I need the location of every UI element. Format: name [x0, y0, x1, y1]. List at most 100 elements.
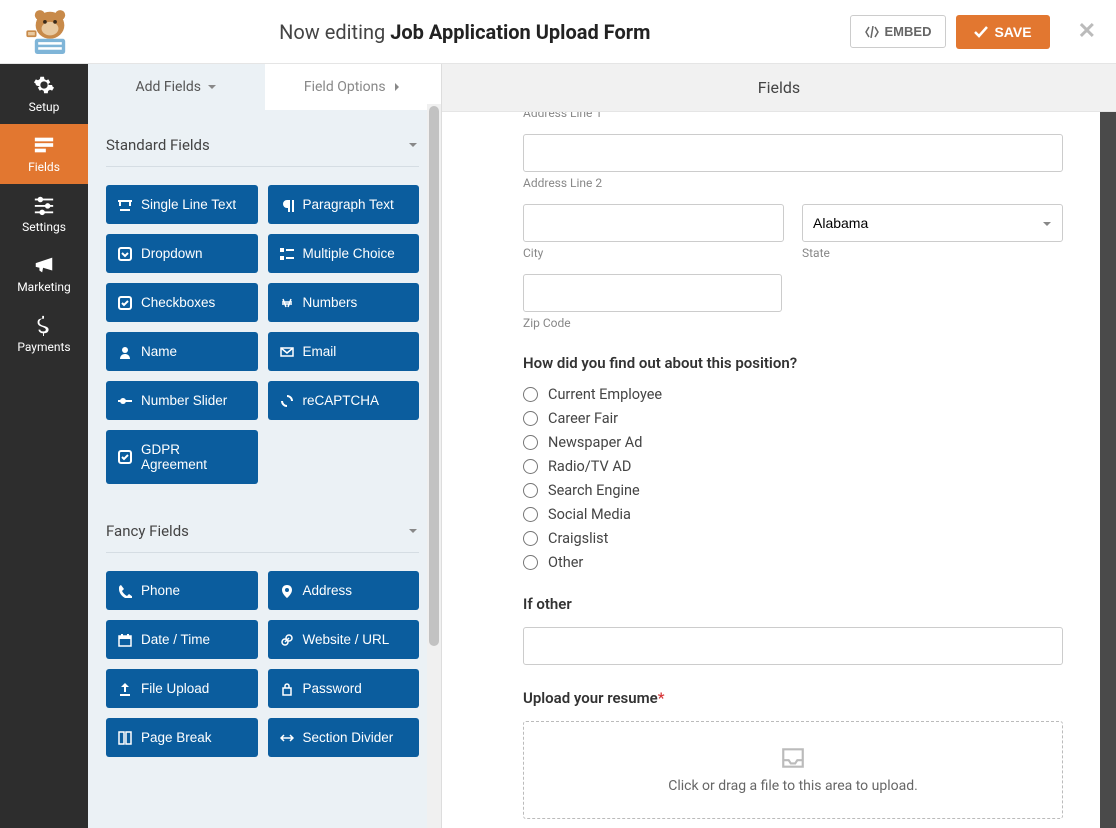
chevron-down-icon	[407, 139, 419, 151]
label-upload-resume: Upload your resume*	[523, 689, 1063, 707]
sidenav-item-settings[interactable]: Settings	[0, 184, 88, 244]
label-city: City	[523, 246, 784, 260]
field-type-page-break[interactable]: Page Break	[106, 718, 258, 757]
field-type-single-line-text[interactable]: Single Line Text	[106, 185, 258, 224]
label-addr1: Address Line 1	[523, 112, 1063, 120]
field-type-recaptcha[interactable]: reCAPTCHA	[268, 381, 420, 420]
field-icon	[280, 394, 294, 408]
label-state: State	[802, 246, 1063, 260]
radio-option[interactable]: Radio/TV AD	[523, 458, 1063, 475]
sidenav-item-marketing[interactable]: Marketing	[0, 244, 88, 304]
field-icon	[280, 584, 294, 598]
close-icon[interactable]: ✕	[1078, 19, 1096, 44]
chevron-down-icon	[207, 82, 217, 92]
main-preview: Fields Address Line 1 Address Line 2 Cit…	[442, 64, 1116, 828]
field-icon	[280, 247, 294, 261]
field-icon	[118, 731, 132, 745]
input-zip[interactable]	[523, 274, 782, 312]
radio-input[interactable]	[523, 507, 538, 522]
radio-input[interactable]	[523, 459, 538, 474]
radio-input[interactable]	[523, 387, 538, 402]
section-standard-fields[interactable]: Standard Fields	[106, 122, 419, 167]
field-type-section-divider[interactable]: Section Divider	[268, 718, 420, 757]
scrollbar-thumb[interactable]	[429, 106, 439, 646]
field-icon	[118, 394, 132, 408]
upload-resume-dropzone[interactable]: Click or drag a file to this area to upl…	[523, 721, 1063, 819]
radio-option[interactable]: Search Engine	[523, 482, 1063, 499]
bullhorn-icon	[33, 254, 55, 276]
field-type-numbers[interactable]: Numbers	[268, 283, 420, 322]
field-type-password[interactable]: Password	[268, 669, 420, 708]
right-edge	[1100, 112, 1116, 828]
gear-icon	[33, 74, 55, 96]
field-type-name[interactable]: Name	[106, 332, 258, 371]
field-type-website-url[interactable]: Website / URL	[268, 620, 420, 659]
tab-field-options[interactable]: Field Options	[265, 64, 442, 110]
radio-input[interactable]	[523, 555, 538, 570]
field-type-checkboxes[interactable]: Checkboxes	[106, 283, 258, 322]
radio-option[interactable]: Newspaper Ad	[523, 434, 1063, 451]
label-zip: Zip Code	[523, 316, 782, 330]
dollar-icon	[33, 314, 55, 336]
input-if-other[interactable]	[523, 627, 1063, 665]
radio-input[interactable]	[523, 531, 538, 546]
field-icon	[118, 198, 132, 212]
field-type-multiple-choice[interactable]: Multiple Choice	[268, 234, 420, 273]
radio-option[interactable]: Current Employee	[523, 386, 1063, 403]
topbar: Now editing Job Application Upload Form …	[0, 0, 1116, 64]
field-type-file-upload[interactable]: File Upload	[106, 669, 258, 708]
field-icon	[280, 345, 294, 359]
field-icon	[118, 296, 132, 310]
sidenav: Setup Fields Settings Marketing Payments	[0, 64, 88, 828]
upload-hint: Click or drag a file to this area to upl…	[668, 778, 918, 794]
logo	[20, 7, 80, 57]
main-header: Fields	[442, 64, 1116, 112]
field-icon	[118, 633, 132, 647]
code-icon	[865, 26, 879, 38]
section-fancy-fields[interactable]: Fancy Fields	[106, 508, 419, 553]
field-icon	[280, 296, 294, 310]
field-type-dropdown[interactable]: Dropdown	[106, 234, 258, 273]
select-state[interactable]: Alabama	[802, 204, 1063, 242]
chevron-down-icon	[407, 525, 419, 537]
embed-button[interactable]: EMBED	[850, 15, 947, 48]
field-icon	[118, 682, 132, 696]
field-icon	[118, 584, 132, 598]
field-type-date-time[interactable]: Date / Time	[106, 620, 258, 659]
field-type-email[interactable]: Email	[268, 332, 420, 371]
field-type-phone[interactable]: Phone	[106, 571, 258, 610]
radio-option[interactable]: Craigslist	[523, 530, 1063, 547]
save-button[interactable]: SAVE	[956, 15, 1049, 49]
field-type-paragraph-text[interactable]: Paragraph Text	[268, 185, 420, 224]
field-icon	[118, 345, 132, 359]
left-panel: Add Fields Field Options Standard Fields…	[88, 64, 442, 828]
chevron-right-icon	[392, 82, 402, 92]
radio-option[interactable]: Other	[523, 554, 1063, 571]
sidenav-item-payments[interactable]: Payments	[0, 304, 88, 364]
tab-add-fields[interactable]: Add Fields	[88, 64, 265, 110]
field-type-number-slider[interactable]: Number Slider	[106, 381, 258, 420]
sidenav-item-setup[interactable]: Setup	[0, 64, 88, 124]
field-icon	[280, 682, 294, 696]
radio-input[interactable]	[523, 483, 538, 498]
label-addr2: Address Line 2	[523, 176, 1063, 190]
scrollbar-track[interactable]	[427, 104, 441, 828]
field-icon	[118, 450, 132, 464]
radio-input[interactable]	[523, 435, 538, 450]
input-addr2[interactable]	[523, 134, 1063, 172]
input-city[interactable]	[523, 204, 784, 242]
radio-input[interactable]	[523, 411, 538, 426]
radio-option[interactable]: Social Media	[523, 506, 1063, 523]
field-icon	[280, 731, 294, 745]
form-icon	[33, 134, 55, 156]
sidenav-item-fields[interactable]: Fields	[0, 124, 88, 184]
field-type-gdpr-agreement[interactable]: GDPR Agreement	[106, 430, 258, 484]
field-type-address[interactable]: Address	[268, 571, 420, 610]
check-icon	[974, 26, 988, 38]
sliders-icon	[33, 194, 55, 216]
inbox-icon	[780, 746, 806, 770]
label-if-other: If other	[523, 595, 1063, 613]
field-icon	[280, 633, 294, 647]
page-title: Now editing Job Application Upload Form	[80, 20, 850, 44]
radio-option[interactable]: Career Fair	[523, 410, 1063, 427]
